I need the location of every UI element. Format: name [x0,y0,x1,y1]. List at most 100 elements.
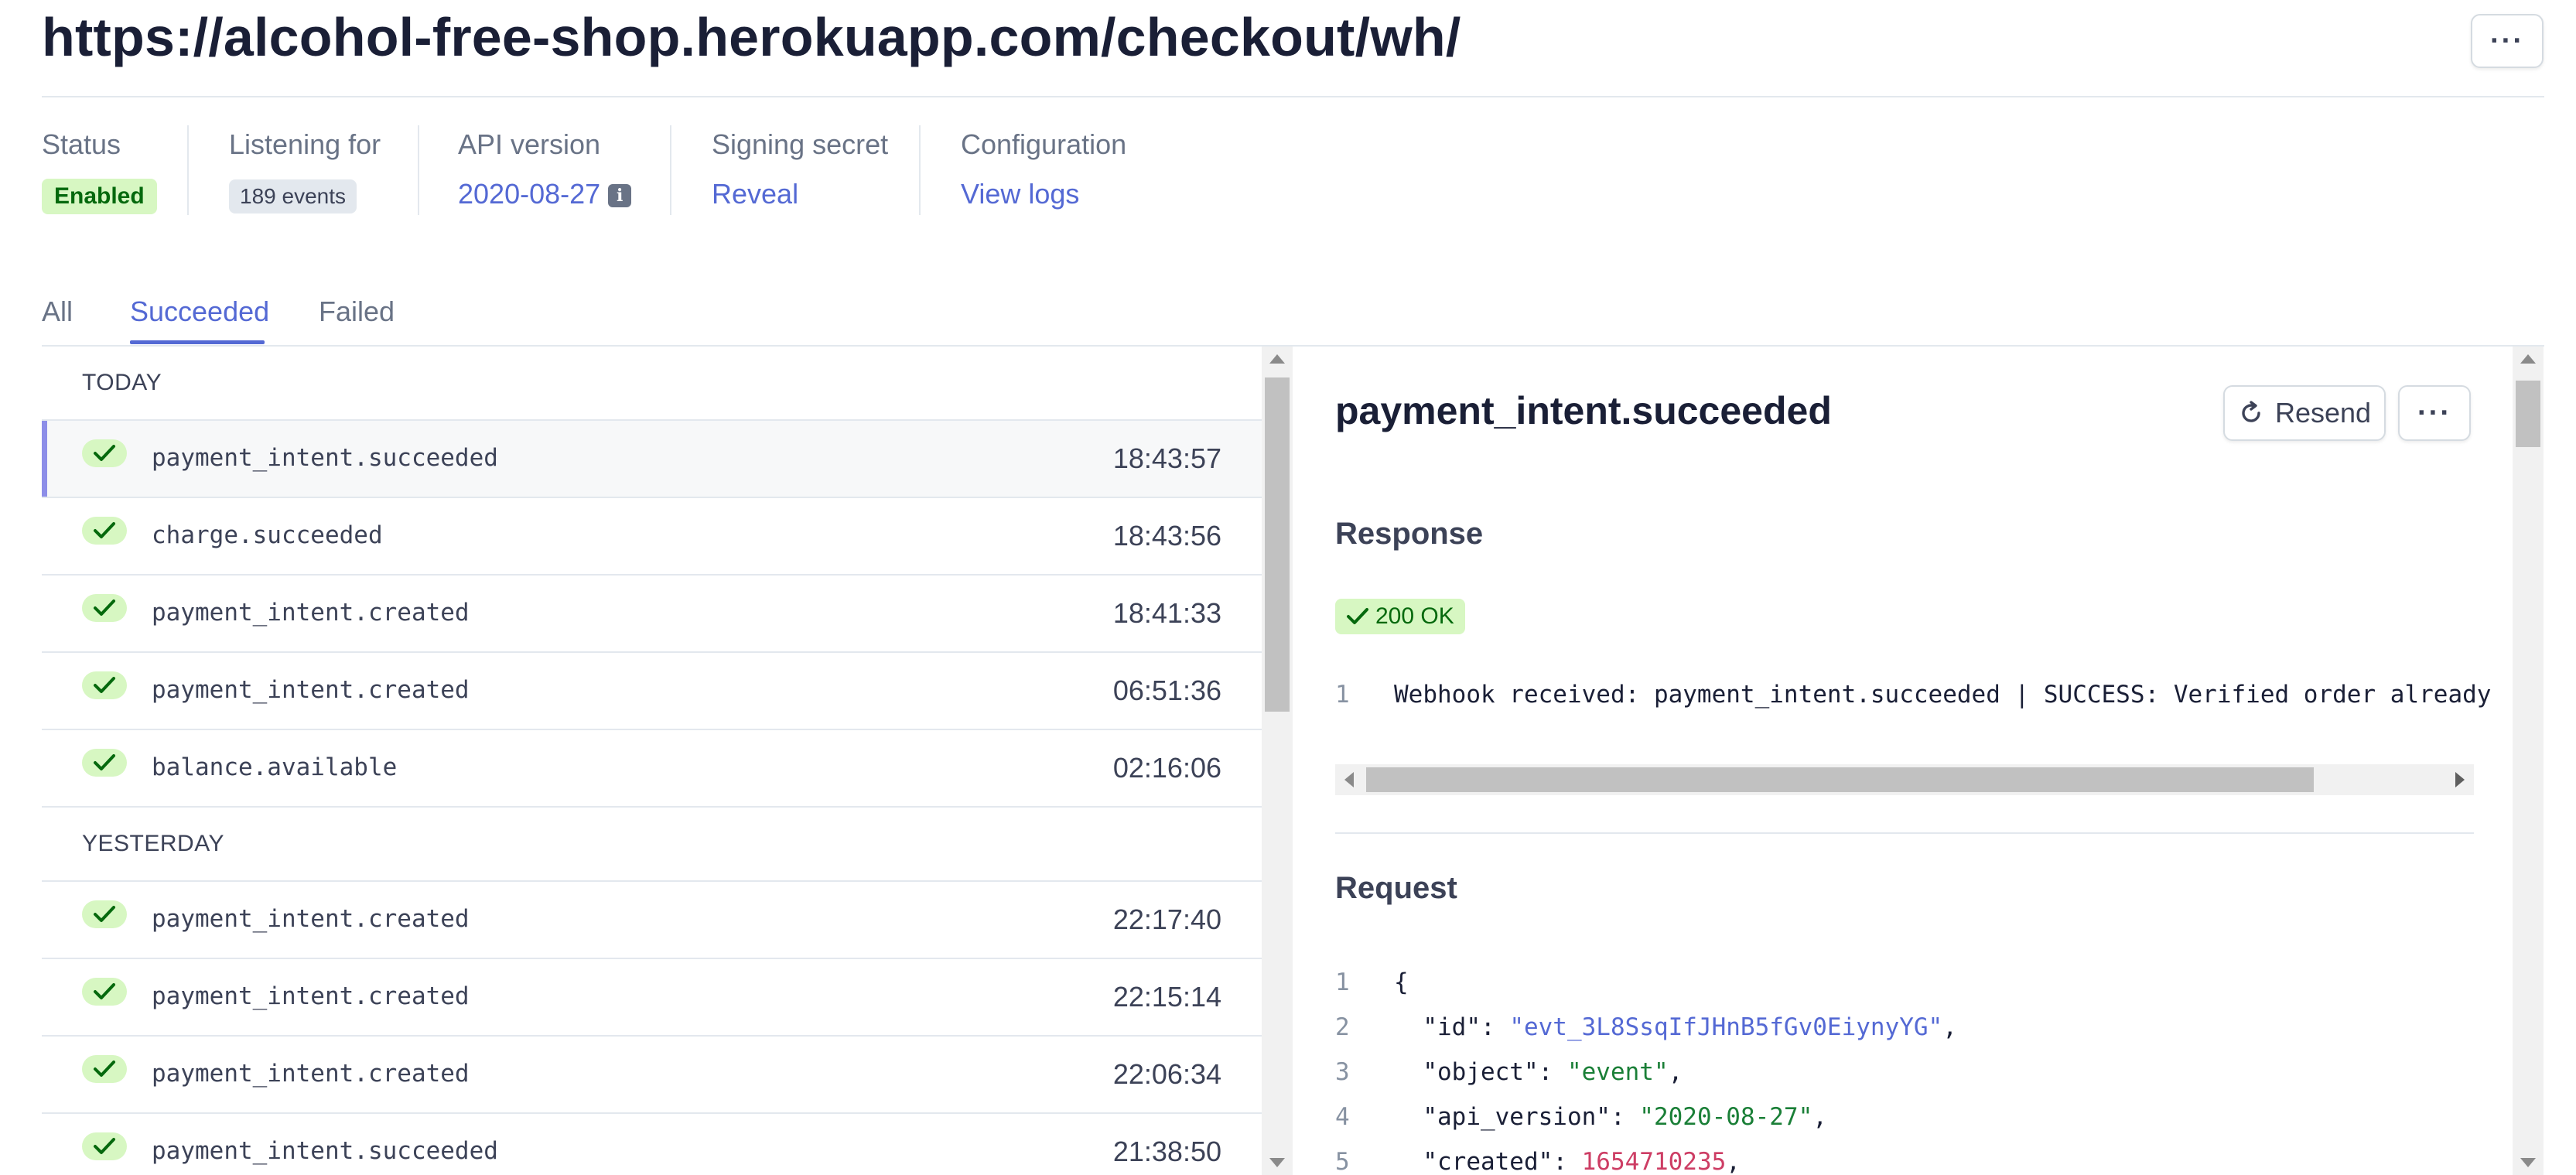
tab-succeeded[interactable]: Succeeded [130,295,269,328]
webhook-endpoint-page: https://alcohol-free-shop.herokuapp.com/… [0,0,2576,1175]
json-key: "object" [1423,1058,1539,1086]
line-number: 1 [1335,681,1350,709]
events-count-badge[interactable]: 189 events [229,179,357,213]
listening-field: Listening for 189 events [229,128,381,213]
event-row[interactable]: payment_intent.created 22:15:14 [42,959,1262,1037]
response-status-badge: 200 OK [1335,599,1465,634]
event-name: payment_intent.created [152,1060,470,1088]
json-key: "created" [1423,1148,1553,1175]
event-row[interactable]: payment_intent.created 22:06:34 [42,1037,1262,1114]
scroll-down-icon[interactable] [1269,1158,1285,1167]
event-row[interactable]: payment_intent.created 18:41:33 [42,576,1262,653]
api-version-field: API version 2020-08-27 i [458,128,632,213]
event-time: 18:41:33 [1112,597,1221,629]
active-tab-indicator [130,340,265,344]
event-name: payment_intent.succeeded [152,1137,498,1165]
request-code-line: 3 "object": "event", [1335,1058,1683,1086]
event-name: charge.succeeded [152,521,383,549]
check-icon [82,517,127,545]
status-field: Status Enabled [42,128,157,214]
endpoint-url-title: https://alcohol-free-shop.herokuapp.com/… [42,7,1461,67]
scroll-up-icon[interactable] [1269,354,1285,364]
response-status-text: 200 OK [1375,603,1454,629]
line-number: 2 [1335,1013,1350,1041]
event-list: TODAY payment_intent.succeeded 18:43:57 … [42,347,1262,1175]
check-icon [82,978,127,1006]
api-version-link[interactable]: 2020-08-27 [458,178,600,210]
line-number: 3 [1335,1058,1350,1086]
json-value: 1654710235 [1581,1148,1727,1175]
configuration-label: Configuration [961,128,1127,160]
header-divider [42,96,2544,97]
event-time: 21:38:50 [1112,1136,1221,1167]
configuration-field: Configuration View logs [961,128,1126,213]
event-detail-panel: payment_intent.succeeded Resend ··· Resp… [1293,347,2513,1175]
check-icon [82,594,127,622]
scrollbar-thumb[interactable] [1366,767,2314,792]
json-value: "2020-08-27" [1639,1103,1813,1131]
scroll-up-icon[interactable] [2520,354,2536,364]
scroll-left-icon[interactable] [1344,772,1354,787]
tab-failed[interactable]: Failed [319,295,395,328]
event-name: payment_intent.created [152,982,470,1010]
event-time: 18:43:57 [1112,442,1221,474]
detail-scrollbar[interactable] [2513,347,2544,1175]
line-number: 4 [1335,1103,1350,1131]
event-time: 22:15:14 [1112,981,1221,1013]
event-list-scrollbar[interactable] [1262,347,1293,1175]
meta-separator [919,125,921,215]
response-section-title: Response [1335,517,1484,551]
resend-button[interactable]: Resend [2223,385,2386,441]
response-text: Webhook received: payment_intent.succeed… [1394,681,2492,709]
event-name: payment_intent.created [152,676,470,704]
event-row[interactable]: payment_intent.created 06:51:36 [42,653,1262,730]
code-text: { [1394,968,1409,996]
info-icon[interactable]: i [608,184,632,207]
scrollbar-thumb[interactable] [1265,377,1290,712]
event-row[interactable]: payment_intent.succeeded 18:43:57 [42,421,1262,498]
check-icon [82,749,127,777]
signing-secret-field: Signing secret Reveal [712,128,888,213]
section-divider [1335,832,2474,834]
meta-separator [670,125,671,215]
endpoint-more-button[interactable]: ··· [2471,14,2544,68]
check-icon [82,900,127,928]
check-icon [82,439,127,467]
line-number: 5 [1335,1148,1350,1175]
resend-label: Resend [2274,397,2372,429]
request-section-title: Request [1335,871,1457,905]
meta-separator [187,125,189,215]
detail-more-button[interactable]: ··· [2398,385,2471,441]
request-code-line: 5 "created": 1654710235, [1335,1148,1741,1175]
request-code-line: 2 "id": "evt_3L8SsqIfJHnB5fGv0EiynyYG", [1335,1013,1957,1041]
json-value: "evt_3L8SsqIfJHnB5fGv0EiynyYG" [1509,1013,1943,1041]
event-row[interactable]: charge.succeeded 18:43:56 [42,498,1262,576]
line-number: 1 [1335,968,1350,996]
event-row[interactable]: balance.available 02:16:06 [42,730,1262,808]
event-detail-title: payment_intent.succeeded [1335,389,1832,432]
event-row[interactable]: payment_intent.created 22:17:40 [42,882,1262,959]
response-code-line: 1 Webhook received: payment_intent.succee… [1335,681,2491,726]
json-key: "api_version" [1423,1103,1611,1131]
event-time: 06:51:36 [1112,675,1221,706]
event-time: 18:43:56 [1112,520,1221,552]
api-version-label: API version [458,128,601,160]
check-icon [1347,608,1368,624]
tab-all[interactable]: All [42,295,73,328]
view-logs-link[interactable]: View logs [961,178,1079,210]
json-value: "event" [1566,1058,1669,1086]
status-badge: Enabled [42,179,157,214]
scrollbar-thumb[interactable] [2516,381,2540,447]
scroll-down-icon[interactable] [2520,1158,2536,1167]
event-row[interactable]: payment_intent.succeeded 21:38:50 [42,1114,1262,1175]
event-time: 02:16:06 [1112,752,1221,784]
request-code-line: 1{ [1335,968,1409,1013]
check-icon [82,671,127,699]
reveal-secret-link[interactable]: Reveal [712,178,798,210]
retry-icon [2242,401,2260,422]
json-key: "id" [1423,1013,1481,1041]
status-label: Status [42,128,121,160]
response-horizontal-scrollbar[interactable] [1335,764,2474,795]
event-name: payment_intent.succeeded [152,444,498,472]
scroll-right-icon[interactable] [2455,772,2465,787]
